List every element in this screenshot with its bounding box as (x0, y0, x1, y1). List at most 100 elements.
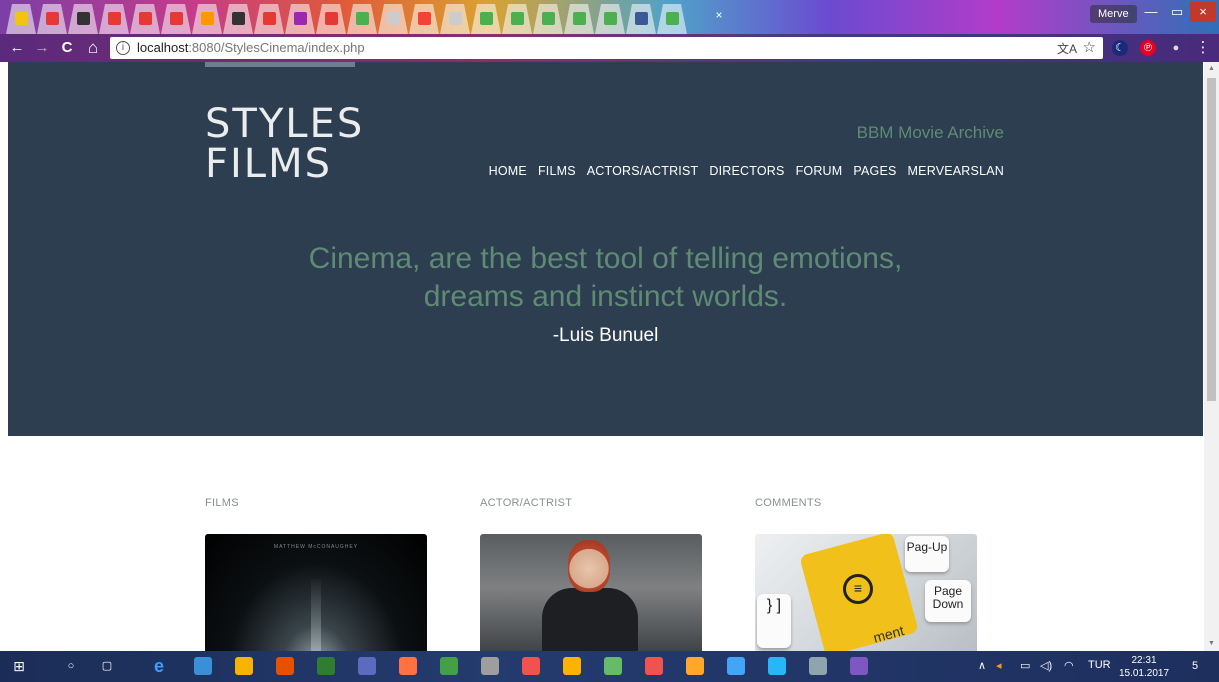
back-icon[interactable]: ← (8, 39, 26, 57)
nav-home[interactable]: HOME (489, 164, 527, 178)
scrollbar-thumb[interactable] (1207, 78, 1216, 401)
browser-tab[interactable] (533, 4, 563, 34)
teams-icon[interactable] (358, 657, 376, 675)
system-clock[interactable]: 22:31 15.01.2017 (1118, 654, 1170, 680)
tab-favicon-icon (139, 12, 152, 25)
translate-icon[interactable]: 文A (1057, 40, 1077, 57)
browser-tab[interactable] (130, 4, 160, 34)
task-view-icon[interactable]: ▢ (98, 657, 116, 675)
forward-icon[interactable]: → (33, 39, 51, 57)
browser-tab[interactable] (192, 4, 222, 34)
nav-user[interactable]: MERVEARSLAN (908, 164, 1004, 178)
shield-extension-icon[interactable]: ● (1168, 40, 1184, 56)
browser-tab[interactable] (68, 4, 98, 34)
start-icon[interactable]: ⊞ (10, 657, 28, 675)
tab-favicon-icon (542, 12, 555, 25)
nav-pages[interactable]: PAGES (853, 164, 896, 178)
window-close-icon[interactable]: × (1190, 2, 1216, 22)
media-player-icon[interactable] (276, 657, 294, 675)
store-icon[interactable] (235, 657, 253, 675)
nav-forum[interactable]: FORUM (796, 164, 843, 178)
app-icon[interactable] (727, 657, 745, 675)
winrar-icon[interactable] (850, 657, 868, 675)
pinterest-icon[interactable]: ℗ (1140, 40, 1156, 56)
tray-alert-icon[interactable]: ◂ (996, 659, 1002, 672)
browser-tab[interactable] (564, 4, 594, 34)
tab-favicon-icon (356, 12, 369, 25)
comments-keyboard-image[interactable]: ≡ Pag-Up Page Down } ] ment (755, 534, 977, 651)
browser-tab[interactable] (37, 4, 67, 34)
windows-taskbar: ⊞ ○ ▢ e ∧ ◂ ▭ ◁) ◠ TUR 22:31 15.01.2017 … (0, 651, 1219, 682)
page-scrollbar[interactable]: ▲ ▼ (1204, 62, 1219, 651)
browser-menu-icon[interactable]: ⋮ (1195, 40, 1211, 56)
browser-tab[interactable] (502, 4, 532, 34)
language-indicator[interactable]: TUR (1088, 659, 1111, 671)
chrome-icon[interactable] (522, 657, 540, 675)
browser-tab[interactable] (99, 4, 129, 34)
spreadsheet-icon[interactable] (604, 657, 622, 675)
edge-icon[interactable]: e (150, 657, 168, 675)
browser-tab[interactable] (595, 4, 625, 34)
android-studio-icon[interactable] (440, 657, 458, 675)
poster-light-beam (311, 579, 321, 651)
browser-tab[interactable] (440, 4, 470, 34)
xampp-icon[interactable] (686, 657, 704, 675)
profile-button[interactable]: Merve (1090, 5, 1137, 23)
paint-icon[interactable] (809, 657, 827, 675)
scroll-down-icon[interactable]: ▼ (1207, 639, 1216, 649)
browser-tab[interactable] (254, 4, 284, 34)
wifi-icon[interactable]: ◠ (1064, 659, 1074, 672)
minimize-icon[interactable]: — (1138, 2, 1164, 22)
browser-tab[interactable] (161, 4, 191, 34)
bookmark-star-icon[interactable]: ☆ (1083, 38, 1096, 56)
logo-line-1: STYLES (205, 101, 365, 147)
browser-tab[interactable] (471, 4, 501, 34)
browser-tab[interactable] (6, 4, 36, 34)
browser-tab[interactable] (347, 4, 377, 34)
nav-films[interactable]: FILMS (538, 164, 576, 178)
pdf-reader-icon[interactable] (645, 657, 663, 675)
moon-extension-icon[interactable]: ☾ (1112, 40, 1128, 56)
notification-center-icon[interactable]: 5 (1186, 657, 1204, 675)
maximize-icon[interactable]: ▭ (1164, 2, 1190, 22)
tab-favicon-icon (46, 12, 59, 25)
film-poster-image[interactable]: MATTHEW McCONAUGHEY (205, 534, 427, 651)
browser-tab[interactable] (378, 4, 408, 34)
browser-tab[interactable] (657, 4, 687, 34)
virtualbox-icon[interactable] (768, 657, 786, 675)
tab-close-icon[interactable]: × (712, 8, 726, 22)
browser-tab[interactable] (285, 4, 315, 34)
notification-count: 5 (1191, 660, 1199, 672)
photos-icon[interactable] (317, 657, 335, 675)
tab-favicon-icon (511, 12, 524, 25)
browser-tab[interactable] (409, 4, 439, 34)
browser-tab[interactable] (223, 4, 253, 34)
tab-favicon-icon (449, 12, 462, 25)
scroll-up-icon[interactable]: ▲ (1207, 64, 1216, 74)
tab-favicon-icon (170, 12, 183, 25)
poster-actor-name: MATTHEW McCONAUGHEY (273, 544, 359, 550)
volume-icon[interactable]: ◁) (1040, 659, 1052, 672)
file-explorer-icon[interactable] (194, 657, 212, 675)
browser-toolbar: ← → C ⌂ i localhost:8080/StylesCinema/in… (0, 34, 1219, 62)
firefox-icon[interactable] (399, 657, 417, 675)
nav-directors[interactable]: DIRECTORS (709, 164, 784, 178)
actor-photo-image[interactable] (480, 534, 702, 651)
nav-actors[interactable]: ACTORS/ACTRIST (587, 164, 699, 178)
tab-favicon-icon (666, 12, 679, 25)
notepad-icon[interactable] (481, 657, 499, 675)
home-icon[interactable]: ⌂ (84, 39, 102, 57)
browser-tab[interactable] (316, 4, 346, 34)
reload-icon[interactable]: C (58, 39, 76, 57)
address-bar[interactable]: i localhost:8080/StylesCinema/index.php … (110, 37, 1103, 59)
sublime-text-icon[interactable] (563, 657, 581, 675)
info-icon[interactable]: i (116, 41, 130, 55)
tray-expand-icon[interactable]: ∧ (978, 659, 986, 672)
browser-tab[interactable] (626, 4, 656, 34)
search-icon[interactable]: ○ (62, 657, 80, 675)
actors-section-title: ACTOR/ACTRIST (480, 497, 573, 509)
logo-line-2: FILMS (205, 141, 332, 187)
site-logo[interactable]: STYLES FILMS (205, 104, 364, 184)
battery-icon[interactable]: ▭ (1020, 659, 1030, 672)
pgup-key: Pag-Up (905, 536, 949, 572)
